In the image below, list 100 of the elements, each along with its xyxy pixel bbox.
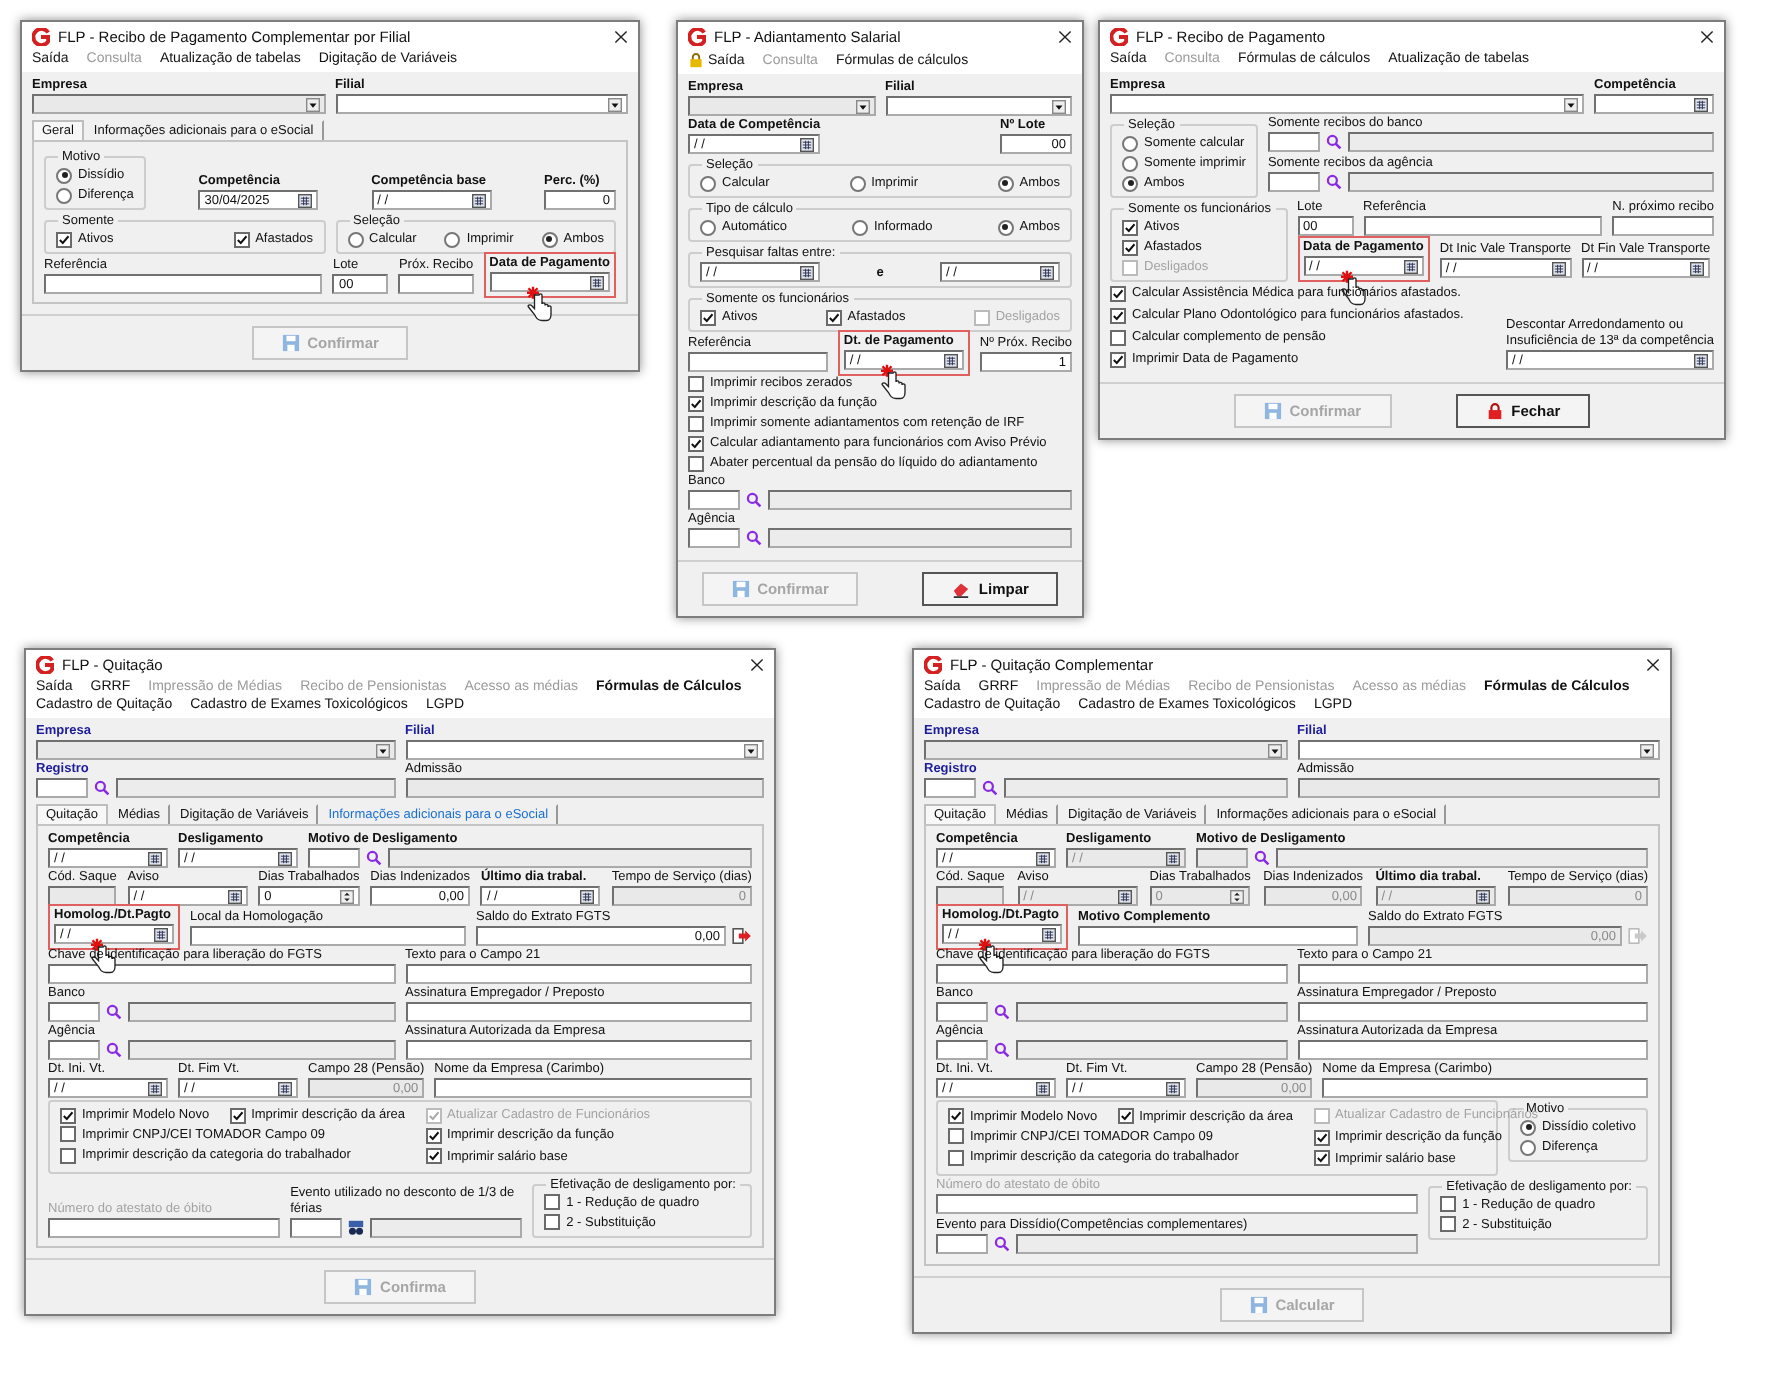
search-icon[interactable] — [1254, 850, 1270, 866]
search-icon[interactable] — [106, 1004, 122, 1020]
text-field[interactable] — [434, 1078, 752, 1098]
logo-icon — [1110, 27, 1128, 45]
calendar-icon[interactable] — [1694, 353, 1708, 367]
close-icon[interactable] — [1646, 657, 1660, 671]
calendar-icon[interactable] — [154, 927, 168, 941]
calendar-icon[interactable] — [943, 353, 958, 367]
code-field[interactable] — [1612, 216, 1714, 236]
checkbox-icon — [425, 1127, 442, 1143]
logo-icon — [924, 655, 942, 673]
checkbox-icon — [688, 415, 704, 431]
search-icon[interactable] — [366, 850, 382, 866]
dropdown-field[interactable] — [335, 94, 628, 114]
calendar-icon[interactable] — [1694, 97, 1708, 111]
date-field[interactable] — [489, 272, 610, 292]
code-field[interactable] — [688, 490, 740, 510]
search-icon[interactable] — [1325, 134, 1342, 150]
text-field[interactable] — [1297, 1002, 1648, 1022]
text-field[interactable] — [688, 352, 828, 372]
dropdown-field[interactable] — [405, 740, 764, 760]
text-field[interactable] — [936, 964, 1287, 984]
calendar-icon[interactable] — [227, 889, 242, 903]
calendar-icon[interactable] — [471, 193, 486, 207]
text-field[interactable] — [1297, 964, 1648, 984]
dropdown-field[interactable] — [885, 96, 1072, 116]
calendar-icon[interactable] — [580, 889, 595, 903]
code-field[interactable] — [936, 1233, 988, 1253]
text-field[interactable] — [1363, 216, 1603, 236]
calendar-icon[interactable] — [1551, 261, 1566, 275]
text-field[interactable] — [190, 926, 466, 946]
calendar-icon[interactable] — [1036, 851, 1050, 865]
close-icon[interactable] — [614, 29, 628, 43]
code-field[interactable] — [936, 1040, 988, 1060]
calendar-icon[interactable] — [800, 265, 814, 279]
search-icon[interactable] — [982, 780, 998, 796]
calendar-icon[interactable] — [278, 1081, 292, 1095]
code-field[interactable] — [1267, 172, 1320, 192]
calendar-icon[interactable] — [1166, 1081, 1180, 1095]
close-icon[interactable] — [1700, 29, 1714, 43]
search-icon[interactable] — [994, 1042, 1010, 1058]
calendar-icon[interactable] — [1042, 927, 1056, 941]
text-field[interactable] — [48, 964, 395, 984]
checkbox-icon — [56, 231, 72, 247]
text-field[interactable] — [405, 1002, 752, 1022]
text-field[interactable] — [48, 1217, 281, 1237]
close-icon[interactable] — [750, 657, 764, 671]
export-icon[interactable] — [732, 928, 752, 944]
checkbox-icon — [233, 231, 250, 247]
text-field[interactable] — [1322, 1078, 1648, 1098]
code-field[interactable] — [290, 1217, 343, 1237]
checkbox-icon — [948, 1108, 964, 1124]
search-icon[interactable] — [106, 1042, 122, 1058]
search-icon[interactable] — [994, 1235, 1010, 1251]
radio-icon — [347, 231, 363, 247]
close-icon[interactable] — [1058, 29, 1072, 43]
search-icon[interactable] — [994, 1004, 1010, 1020]
code-field[interactable] — [924, 778, 976, 798]
search-icon[interactable] — [746, 530, 762, 546]
calendar-icon[interactable] — [1040, 265, 1054, 279]
calendar-icon[interactable] — [1690, 261, 1705, 275]
code-field[interactable] — [48, 1040, 100, 1060]
caret-icon[interactable] — [744, 743, 758, 757]
eraser-icon — [952, 580, 971, 598]
text-field[interactable] — [1297, 1040, 1648, 1060]
text-field[interactable] — [405, 1040, 752, 1060]
code-field[interactable] — [308, 848, 360, 868]
binoculars-icon[interactable] — [348, 1219, 365, 1235]
calendar-icon[interactable] — [298, 193, 313, 207]
code-field[interactable] — [1267, 132, 1320, 152]
search-icon[interactable] — [1325, 174, 1342, 190]
code-field[interactable] — [48, 1002, 100, 1022]
caret-icon[interactable] — [1564, 97, 1578, 111]
caret-icon[interactable] — [1052, 99, 1066, 113]
caret-icon[interactable] — [608, 97, 622, 111]
code-field[interactable] — [688, 528, 740, 548]
calendar-icon[interactable] — [148, 1081, 162, 1095]
text-field[interactable] — [44, 274, 323, 294]
checkbox-icon — [544, 1214, 561, 1230]
caret-icon[interactable] — [1640, 743, 1654, 757]
code-field[interactable] — [398, 274, 474, 294]
dropdown-field[interactable] — [1297, 740, 1660, 760]
text-field[interactable] — [405, 964, 752, 984]
calendar-icon[interactable] — [278, 851, 292, 865]
checkbox-icon — [1110, 307, 1126, 323]
dropdown-field[interactable] — [1110, 94, 1584, 114]
text-field[interactable] — [936, 1193, 1419, 1213]
search-icon[interactable] — [94, 780, 110, 796]
spinner-icon[interactable] — [339, 889, 354, 903]
date-field[interactable] — [1594, 94, 1714, 114]
code-field[interactable] — [36, 778, 88, 798]
text-field[interactable] — [1078, 926, 1358, 946]
radio-icon — [997, 175, 1014, 191]
code-field[interactable] — [936, 1002, 988, 1022]
calendar-icon[interactable] — [1036, 1081, 1050, 1095]
calendar-icon[interactable] — [800, 137, 815, 151]
search-icon[interactable] — [746, 492, 762, 508]
calendar-icon[interactable] — [590, 275, 604, 289]
calendar-icon[interactable] — [1403, 259, 1418, 273]
calendar-icon[interactable] — [148, 851, 162, 865]
